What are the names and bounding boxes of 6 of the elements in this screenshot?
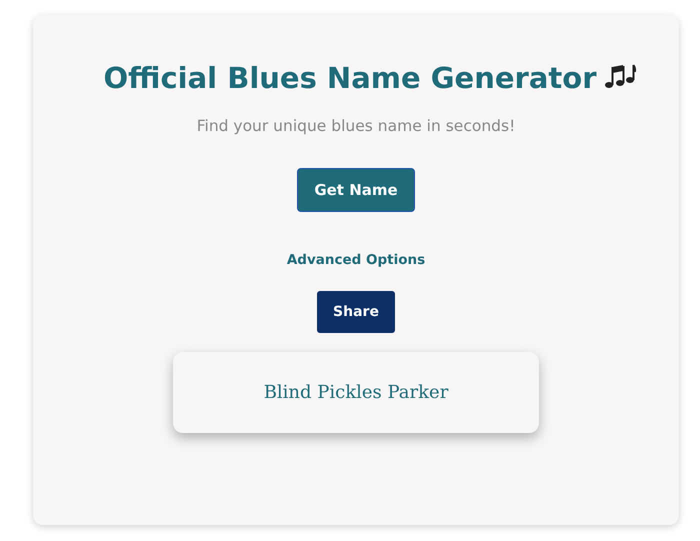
advanced-options-link[interactable]: Advanced Options: [286, 252, 426, 268]
blues-name: Blind Pickles Parker: [264, 382, 448, 403]
share-button[interactable]: Share: [317, 291, 395, 333]
get-name-button[interactable]: Get Name: [297, 168, 415, 212]
page-title: Official Blues Name Generator: [103, 60, 596, 97]
subtitle: Find your unique blues name in seconds!: [196, 117, 516, 135]
